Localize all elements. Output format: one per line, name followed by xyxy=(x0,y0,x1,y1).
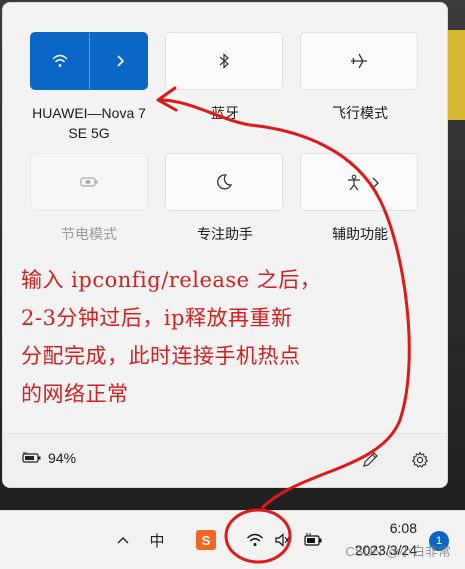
chevron-up-icon xyxy=(116,535,130,545)
wifi-toggle[interactable] xyxy=(30,32,148,90)
ime-indicator[interactable]: 中 xyxy=(146,526,168,554)
battery-percent: 94% xyxy=(48,450,77,466)
edit-quick-settings-button[interactable] xyxy=(357,447,383,473)
annotation-line-3: 分配完成，此时连接手机热点 xyxy=(21,344,301,368)
moon-icon xyxy=(215,173,233,191)
wifi-tray-icon xyxy=(246,532,264,548)
taskbar: 中 S 6:08 2023/3/24 1 CSDN @小白非常 xyxy=(0,510,465,569)
battery-charging-tray-icon xyxy=(303,532,323,548)
quick-settings-panel: HUAWEI—Nova 7 SE 5G 蓝牙 飞行模式 节电模式 专注助手 辅助… xyxy=(2,2,448,488)
annotation-line-2: 2-3分钟过后，ip释放再重新 xyxy=(21,306,293,330)
chevron-right-icon[interactable] xyxy=(369,176,381,190)
quick-settings-footer: 94% xyxy=(3,433,447,487)
desktop-accent xyxy=(445,30,465,120)
show-hidden-icons-button[interactable] xyxy=(112,526,134,554)
wifi-split-divider xyxy=(89,33,90,89)
wifi-label: HUAWEI—Nova 7 SE 5G xyxy=(32,105,146,141)
airplane-mode-toggle[interactable] xyxy=(300,32,418,90)
battery-status[interactable]: 94% xyxy=(22,450,76,466)
clock-time: 6:08 xyxy=(389,520,417,536)
accessibility-icon xyxy=(345,174,363,192)
bluetooth-label: 蓝牙 xyxy=(211,105,239,121)
gear-icon xyxy=(411,451,429,469)
settings-button[interactable] xyxy=(407,447,433,473)
volume-icon xyxy=(274,532,290,548)
focus-assist-toggle[interactable] xyxy=(165,153,283,211)
bluetooth-icon xyxy=(217,52,231,70)
annotation-line-4: 的网络正常 xyxy=(21,382,129,406)
battery-saver-icon xyxy=(79,175,99,189)
battery-charging-icon xyxy=(22,451,42,465)
airplane-mode-label: 飞行模式 xyxy=(332,105,388,121)
accessibility-label: 辅助功能 xyxy=(332,226,388,242)
sogou-icon: S xyxy=(196,530,216,550)
network-volume-tray-button[interactable] xyxy=(236,526,300,554)
battery-saver-label: 节电模式 xyxy=(61,226,117,242)
watermark: CSDN @小白非常 xyxy=(345,544,451,559)
annotation-note: 输入 ipconfig/release 之后， 2-3分钟过后，ip释放再重新 … xyxy=(21,261,401,413)
pencil-icon xyxy=(361,451,379,469)
bluetooth-toggle[interactable] xyxy=(165,32,283,90)
wifi-icon xyxy=(51,52,69,70)
annotation-line-1: 输入 ipconfig/release 之后， xyxy=(21,268,322,292)
wifi-expand-chevron-icon[interactable] xyxy=(113,54,127,68)
airplane-icon xyxy=(349,51,369,71)
battery-tray-button[interactable] xyxy=(300,526,326,554)
battery-saver-toggle[interactable] xyxy=(30,153,148,211)
focus-assist-label: 专注助手 xyxy=(197,226,253,242)
sogou-ime-tray[interactable]: S xyxy=(194,526,218,554)
accessibility-toggle[interactable] xyxy=(300,153,418,211)
